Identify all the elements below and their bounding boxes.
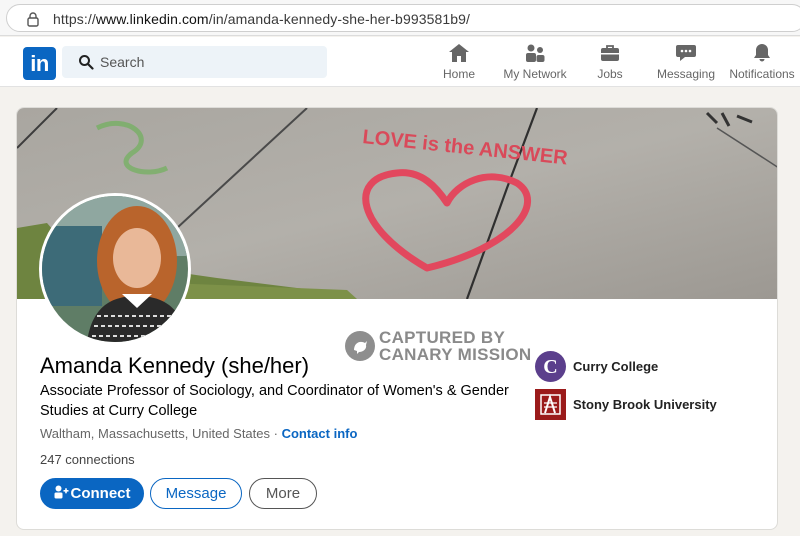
bell-icon [754, 44, 770, 62]
nav-item-home[interactable]: Home [440, 43, 478, 83]
url-field[interactable]: https://www.linkedin.com/in/amanda-kenne… [6, 4, 800, 32]
contact-info-link[interactable]: Contact info [282, 426, 358, 441]
top-nav: in Search Home My Network Jobs Messaging… [0, 37, 800, 87]
separator: · [270, 426, 282, 441]
location-text: Waltham, Massachusetts, United States [40, 426, 271, 441]
linkedin-logo[interactable]: in [23, 47, 56, 80]
connections-count: 247 connections [40, 452, 135, 467]
search-input[interactable]: Search [62, 46, 327, 78]
people-icon [526, 44, 545, 62]
message-button[interactable]: Message [150, 478, 242, 509]
stony-brook-logo [535, 389, 566, 420]
nav-label: Home [442, 67, 475, 81]
nav-item-my-network[interactable]: My Network [500, 43, 570, 83]
school-name: Curry College [573, 359, 659, 374]
watermark-line1: CAPTURED BY [379, 328, 506, 347]
search-icon [79, 55, 94, 70]
svg-text:C: C [543, 356, 557, 378]
profile-headline: Associate Professor of Sociology, and Co… [40, 383, 509, 419]
avatar[interactable] [42, 196, 188, 342]
chat-icon [676, 45, 696, 61]
curry-college-logo: C [535, 351, 566, 382]
profile-name: Amanda Kennedy (she/her) [40, 353, 310, 378]
nav-label: Jobs [597, 67, 623, 81]
briefcase-icon [601, 45, 619, 61]
connect-button[interactable]: Connect [40, 478, 144, 509]
connect-label: Connect [70, 485, 131, 502]
profile-card: LOVE is the ANSWER CAPTURED BY CANARY MI… [16, 107, 778, 530]
url-text: https://www.linkedin.com/in/amanda-kenne… [53, 11, 471, 27]
nav-item-messaging[interactable]: Messaging [654, 43, 718, 83]
add-person-icon [54, 485, 68, 499]
nav-label: Messaging [656, 67, 716, 81]
more-button[interactable]: More [249, 478, 317, 509]
browser-address-bar: https://www.linkedin.com/in/amanda-kenne… [0, 0, 800, 36]
canary-logo-icon [345, 331, 375, 361]
lock-icon [27, 12, 39, 27]
nav-item-jobs[interactable]: Jobs [594, 43, 626, 83]
home-icon [449, 44, 469, 62]
nav-label: My Network [503, 67, 567, 81]
watermark-line2: CANARY MISSION [379, 345, 532, 364]
search-placeholder: Search [100, 54, 145, 70]
nav-item-notifications[interactable]: Notifications [726, 43, 798, 83]
nav-label: Notifications [729, 67, 795, 81]
profile-location: Waltham, Massachusetts, United States · … [40, 426, 357, 441]
school-name: Stony Brook University [573, 397, 717, 412]
